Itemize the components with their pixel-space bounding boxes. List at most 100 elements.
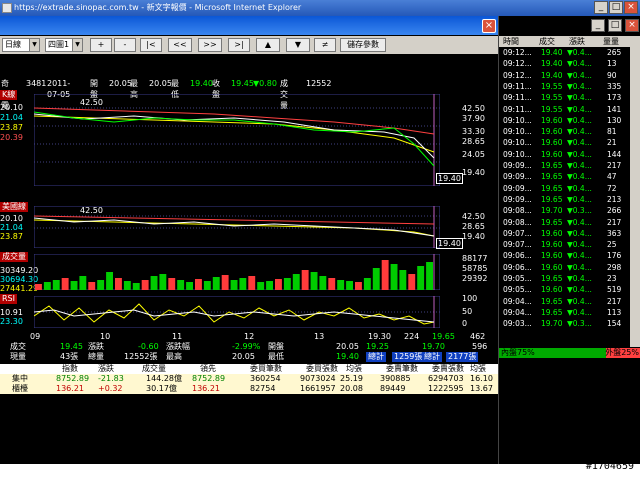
summary-row: 櫃檯 136.21 +0.32 30.17億 136.21 82754 1661… bbox=[0, 384, 498, 394]
tick-vol: 363 bbox=[607, 228, 622, 238]
kline-axis-tick: 24.05 bbox=[462, 150, 485, 159]
kline-high-marker: 42.50 bbox=[80, 98, 103, 107]
chevron-down-icon: ▼ bbox=[72, 39, 82, 51]
ma-axis-tick: 42.50 bbox=[462, 212, 485, 221]
quote-value: -2.99% bbox=[232, 342, 261, 351]
volume-chart[interactable]: 成交量 30349.20 30694.30 27441.29 88177 587… bbox=[0, 252, 498, 293]
volume-bar bbox=[239, 278, 247, 290]
kline-chart[interactable]: K線 20.10 21.04 23.87 20.39 42.50 37.90 3… bbox=[0, 90, 498, 188]
tick-price: 19.65 bbox=[541, 161, 563, 170]
period-select[interactable]: 日線 ▼ bbox=[2, 38, 40, 52]
maximize-button[interactable]: □ bbox=[609, 1, 623, 14]
tick-header-cell: 成交 bbox=[539, 37, 555, 46]
quote-label: 最低 bbox=[268, 352, 284, 361]
volume-bar bbox=[79, 276, 87, 290]
ma-chart[interactable]: 美國線 20.10 21.04 23.87 42.50 28.65 19.40 … bbox=[0, 202, 498, 250]
minimize-button[interactable]: _ bbox=[594, 1, 608, 14]
tick-row[interactable]: 09:10... 19.60 ▼0.4... 130 bbox=[501, 116, 629, 127]
tick-row[interactable]: 09:11... 19.55 ▼0.4... 173 bbox=[501, 93, 629, 104]
tick-row[interactable]: 09:10... 19.60 ▼0.4... 81 bbox=[501, 127, 629, 138]
ma-high-marker: 42.50 bbox=[80, 206, 103, 215]
tick-row[interactable]: 09:09... 19.65 ▼0.4... 72 bbox=[501, 184, 629, 195]
tick-row[interactable]: 09:10... 19.60 ▼0.4... 144 bbox=[501, 150, 629, 161]
summary-header-cell: 均張 bbox=[470, 364, 486, 373]
zoom-in-button[interactable]: + bbox=[90, 38, 112, 52]
tick-row[interactable]: 09:11... 19.55 ▼0.4... 335 bbox=[501, 82, 629, 93]
change-value: ▼0.80 bbox=[253, 79, 277, 88]
tick-maximize-button[interactable]: □ bbox=[608, 19, 622, 32]
tick-vol: 25 bbox=[607, 240, 617, 250]
quote-label: 最高 bbox=[166, 352, 182, 361]
volume-bar bbox=[301, 270, 309, 290]
kline-axis-tick: 19.40 bbox=[462, 168, 485, 177]
tick-minimize-button[interactable]: _ bbox=[591, 19, 605, 32]
tick-row[interactable]: 09:06... 19.60 ▼0.4... 176 bbox=[501, 251, 629, 262]
summary-name: 櫃檯 bbox=[12, 384, 28, 393]
tick-price: 19.65 bbox=[541, 307, 563, 317]
tick-row[interactable]: 09:12... 19.40 ▼0.4... 13 bbox=[501, 59, 629, 70]
tick-row[interactable]: 09:08... 19.65 ▼0.4... 217 bbox=[501, 218, 629, 229]
tick-vol: 519 bbox=[607, 285, 622, 295]
volume-left-value: 30694.30 bbox=[0, 275, 39, 284]
last-button[interactable]: >| bbox=[228, 38, 250, 52]
quote-label: 開盤 bbox=[268, 342, 284, 351]
stock-code: 3481 bbox=[26, 79, 47, 88]
volume-bar bbox=[186, 282, 193, 290]
volume-bar bbox=[177, 280, 185, 290]
tick-row[interactable]: 09:12... 19.40 ▼0.4... 265 bbox=[501, 48, 629, 59]
chart-close-button[interactable]: × bbox=[482, 19, 496, 33]
tick-row[interactable]: 09:04... 19.65 ▼0.4... 217 bbox=[501, 297, 629, 308]
tick-row[interactable]: 09:10... 19.60 ▼0.4... 21 bbox=[501, 138, 629, 149]
tick-vol: 298 bbox=[607, 262, 622, 272]
tick-row[interactable]: 09:06... 19.60 ▼0.4... 298 bbox=[501, 263, 629, 274]
zoom-out-button[interactable]: - bbox=[114, 38, 136, 52]
tick-header-cell: 漲跌 bbox=[569, 37, 585, 46]
volume-bar bbox=[212, 277, 220, 290]
volume-bar bbox=[159, 274, 167, 290]
tick-vol: 265 bbox=[607, 48, 622, 57]
summary-cell: 9073024 bbox=[300, 374, 336, 383]
next-button[interactable]: >> bbox=[198, 38, 222, 52]
up-button[interactable]: ▲ bbox=[256, 38, 280, 52]
quote-label: 總計 bbox=[422, 352, 442, 362]
tick-price: 19.65 bbox=[541, 296, 563, 306]
tick-row[interactable]: 09:05... 19.65 ▼0.4... 23 bbox=[501, 274, 629, 285]
kline-left-value: 23.87 bbox=[0, 123, 23, 132]
tick-row[interactable]: 09:07... 19.60 ▼0.4... 363 bbox=[501, 229, 629, 240]
tick-close-button[interactable]: × bbox=[625, 19, 639, 32]
summary-name: 集中 bbox=[12, 374, 28, 383]
rsi-label: RSI bbox=[0, 294, 17, 304]
volume-left-value: 27441.29 bbox=[0, 284, 39, 293]
save-params-button[interactable]: 儲存參數 bbox=[340, 38, 386, 52]
volume-bar bbox=[355, 282, 362, 290]
tick-row[interactable]: 09:03... 19.70 ▼0.3... 154 bbox=[501, 319, 629, 330]
tick-chg: ▼0.4... bbox=[567, 81, 592, 91]
tick-row[interactable]: 09:11... 19.55 ▼0.4... 141 bbox=[501, 105, 629, 116]
summary-cell: 25.19 bbox=[340, 374, 363, 383]
volume-bar bbox=[408, 274, 416, 290]
ma-axis-tick: 28.65 bbox=[462, 222, 485, 231]
down-button[interactable]: ▼ bbox=[286, 38, 310, 52]
tick-price: 19.70 bbox=[541, 319, 563, 329]
rsi-chart[interactable]: RSI 10.91 23.30 100 50 0 bbox=[0, 294, 498, 330]
tick-row[interactable]: 09:09... 19.65 ▼0.4... 47 bbox=[501, 172, 629, 183]
summary-cell: 8752.89 bbox=[192, 374, 226, 383]
tick-chg: ▼0.3... bbox=[567, 319, 592, 329]
tick-vol: 173 bbox=[607, 93, 622, 103]
prev-button[interactable]: << bbox=[168, 38, 192, 52]
tick-time: 09:11... bbox=[503, 104, 532, 114]
first-button[interactable]: |< bbox=[140, 38, 162, 52]
tick-row[interactable]: 09:04... 19.65 ▼0.4... 113 bbox=[501, 308, 629, 319]
tick-row[interactable]: 09:09... 19.65 ▼0.4... 213 bbox=[501, 195, 629, 206]
tick-row[interactable]: 09:05... 19.60 ▼0.4... 519 bbox=[501, 285, 629, 296]
tick-price: 19.65 bbox=[541, 217, 563, 227]
tick-row[interactable]: 09:08... 19.70 ▼0.3... 266 bbox=[501, 206, 629, 217]
tick-row[interactable]: 09:07... 19.60 ▼0.4... 25 bbox=[501, 240, 629, 251]
tick-row[interactable]: 09:12... 19.40 ▼0.4... 90 bbox=[501, 71, 629, 82]
summary-header-cell: 漲跌 bbox=[98, 364, 114, 373]
layout-select[interactable]: 四圖1 ▼ bbox=[45, 38, 83, 52]
close-button[interactable]: × bbox=[624, 1, 638, 14]
tick-scrollbar[interactable] bbox=[630, 47, 640, 347]
tick-row[interactable]: 09:09... 19.65 ▼0.4... 217 bbox=[501, 161, 629, 172]
compare-button[interactable]: ≠ bbox=[314, 38, 336, 52]
